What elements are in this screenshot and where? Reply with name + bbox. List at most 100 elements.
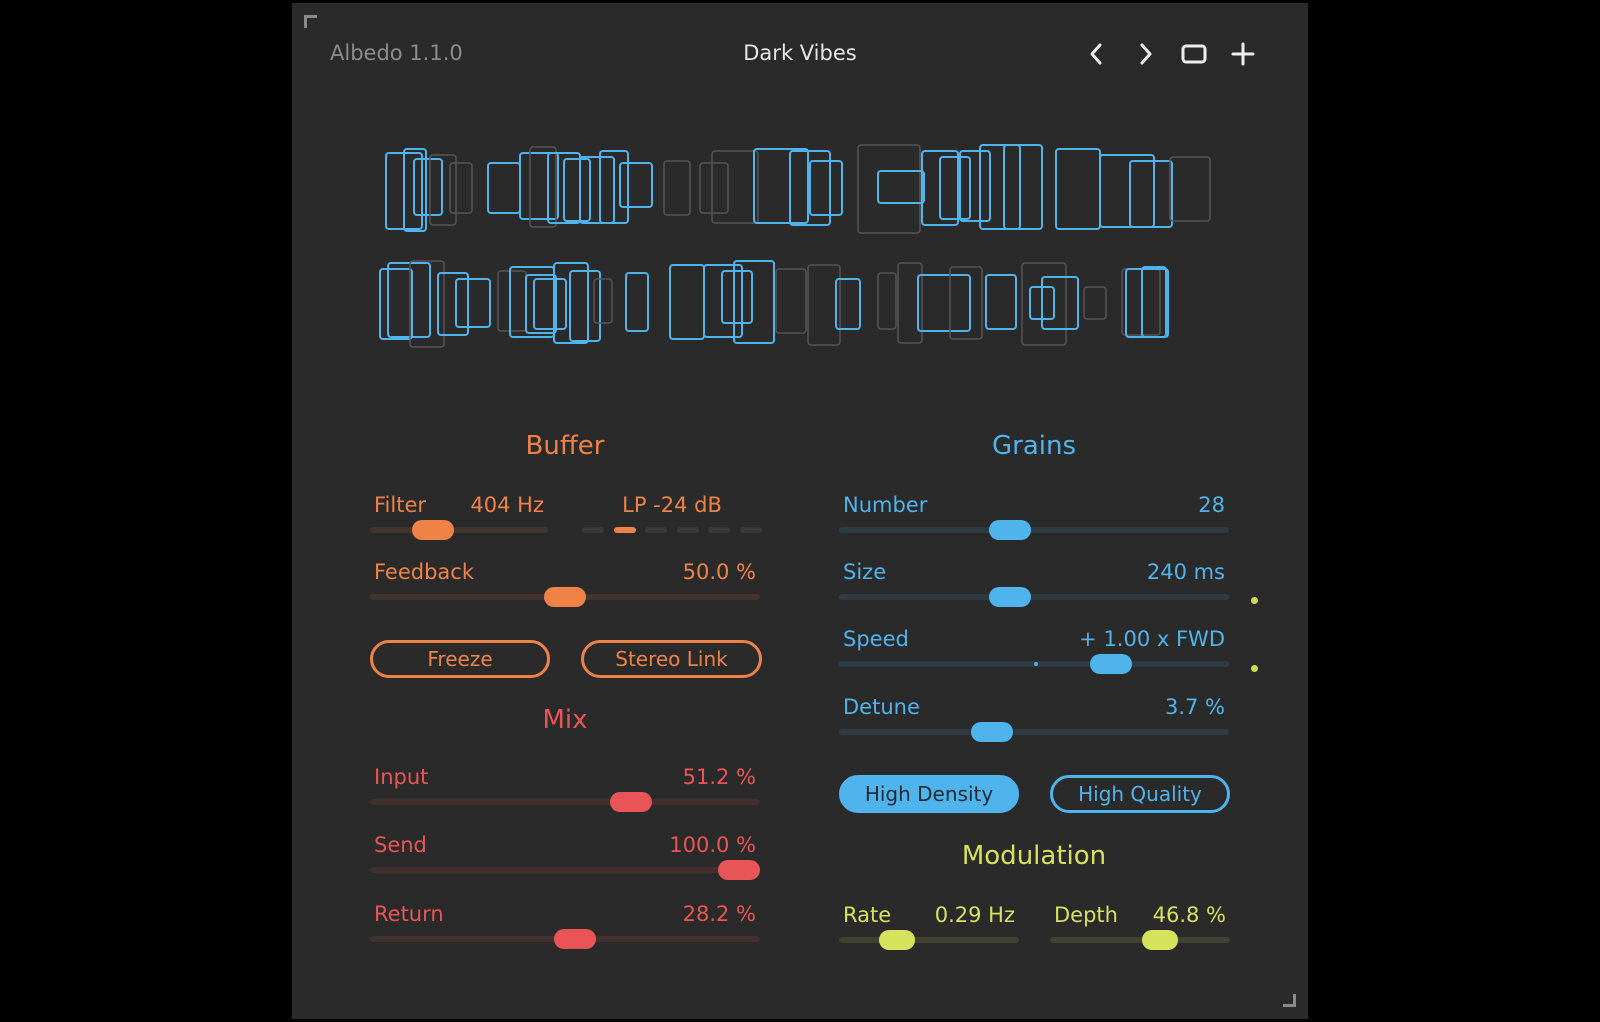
grain-rect [563,158,591,222]
grain-rect [569,270,601,342]
grain-visualizer [379,144,1211,348]
next-preset-button[interactable] [1128,37,1162,71]
freeze-button[interactable]: Freeze [370,640,550,678]
grain-rect [959,150,991,222]
rate-slider[interactable] [839,930,1019,950]
size-slider[interactable] [839,587,1229,607]
high-density-button[interactable]: High Density [839,775,1019,813]
size-modulation-indicator [1251,597,1258,604]
grain-rect [1021,262,1067,346]
plugin-window: Albedo 1.1.0 Dark Vibes Buffer Filter 40… [292,3,1308,1019]
rate-label: Rate [843,903,892,927]
resize-corner-top-left[interactable] [304,15,317,28]
detune-slider-thumb[interactable] [971,722,1014,742]
filter-slider[interactable] [370,520,548,540]
stereo-link-button[interactable]: Stereo Link [581,640,762,678]
rate-slider-thumb[interactable] [879,930,916,950]
grain-rect [917,274,971,332]
grain-rect [753,148,809,224]
input-slider[interactable] [370,792,760,812]
detune-slider[interactable] [839,722,1229,742]
filter-type-segment[interactable] [645,527,667,533]
feedback-slider-thumb[interactable] [544,587,586,607]
grain-rect [455,278,491,328]
filter-type-segment[interactable] [708,527,730,533]
filter-type-segment[interactable] [676,527,699,533]
grain-rect [437,272,469,336]
grain-rect [519,152,559,220]
return-slider[interactable] [370,929,760,949]
filter-type-segment[interactable] [613,527,636,533]
grain-rect [387,262,431,338]
feedback-param: Feedback 50.0 % [370,560,760,608]
number-slider-thumb[interactable] [988,520,1031,540]
filter-type-segment[interactable] [739,527,762,533]
return-label: Return [374,902,444,926]
input-slider-thumb[interactable] [610,792,653,812]
mix-title: Mix [542,705,588,735]
input-label: Input [374,765,429,789]
filter-value: 404 Hz [470,493,544,517]
speed-label: Speed [843,627,909,651]
number-slider[interactable] [839,520,1229,540]
filter-param: Filter 404 Hz [370,493,548,541]
speed-value: + 1.00 x FWD [1079,627,1225,651]
grain-rect [593,278,613,324]
high-quality-button[interactable]: High Quality [1050,775,1230,813]
grain-rect [625,272,649,332]
speed-center-marker [1034,662,1038,666]
send-label: Send [374,833,427,857]
grain-rect [775,268,807,334]
input-param: Input 51.2 % [370,765,760,813]
size-value: 240 ms [1146,560,1225,584]
return-value: 28.2 % [682,902,756,926]
grain-rect [733,260,775,344]
grain-rect [1003,144,1043,230]
filter-type-segment[interactable] [582,527,604,533]
grain-rect [1125,268,1169,338]
grain-rect [877,170,925,204]
chevron-left-icon [1090,43,1102,65]
grain-rect [619,162,653,208]
depth-value: 46.8 % [1152,903,1226,927]
grain-rect [721,270,753,324]
grain-rect [711,150,759,224]
filter-type-value: LP -24 dB [622,493,722,517]
feedback-slider[interactable] [370,587,760,607]
grain-rect [809,160,843,216]
grain-rect [949,266,983,340]
size-slider-thumb[interactable] [988,587,1031,607]
rate-value: 0.29 Hz [934,903,1015,927]
send-slider-thumb[interactable] [718,860,760,880]
window-button[interactable] [1177,37,1211,71]
depth-slider-thumb[interactable] [1142,930,1179,950]
grain-rect [979,144,1021,230]
grain-rect [487,162,521,214]
grain-rect [1055,148,1101,230]
resize-corner-bottom-right[interactable] [1283,994,1296,1007]
filter-slider-thumb[interactable] [412,520,455,540]
return-slider-thumb[interactable] [554,929,597,949]
size-label: Size [843,560,887,584]
detune-param: Detune 3.7 % [839,695,1229,743]
speed-slider[interactable] [839,654,1229,674]
add-preset-button[interactable] [1226,37,1260,71]
buffer-title: Buffer [525,431,605,461]
plus-icon [1231,42,1255,66]
grain-rect [985,274,1017,330]
grain-rect [497,270,527,332]
speed-slider-thumb[interactable] [1089,654,1132,674]
detune-label: Detune [843,695,920,719]
previous-preset-button[interactable] [1080,37,1114,71]
send-slider[interactable] [370,860,760,880]
grain-rect [1099,154,1155,228]
grain-rect [1129,160,1173,228]
size-param: Size 240 ms [839,560,1229,608]
window-icon [1181,44,1207,64]
depth-slider[interactable] [1050,930,1230,950]
grain-rect [413,158,443,216]
rate-param: Rate 0.29 Hz [839,903,1019,951]
number-param: Number 28 [839,493,1229,541]
feedback-value: 50.0 % [682,560,756,584]
grain-rect [1041,276,1079,330]
